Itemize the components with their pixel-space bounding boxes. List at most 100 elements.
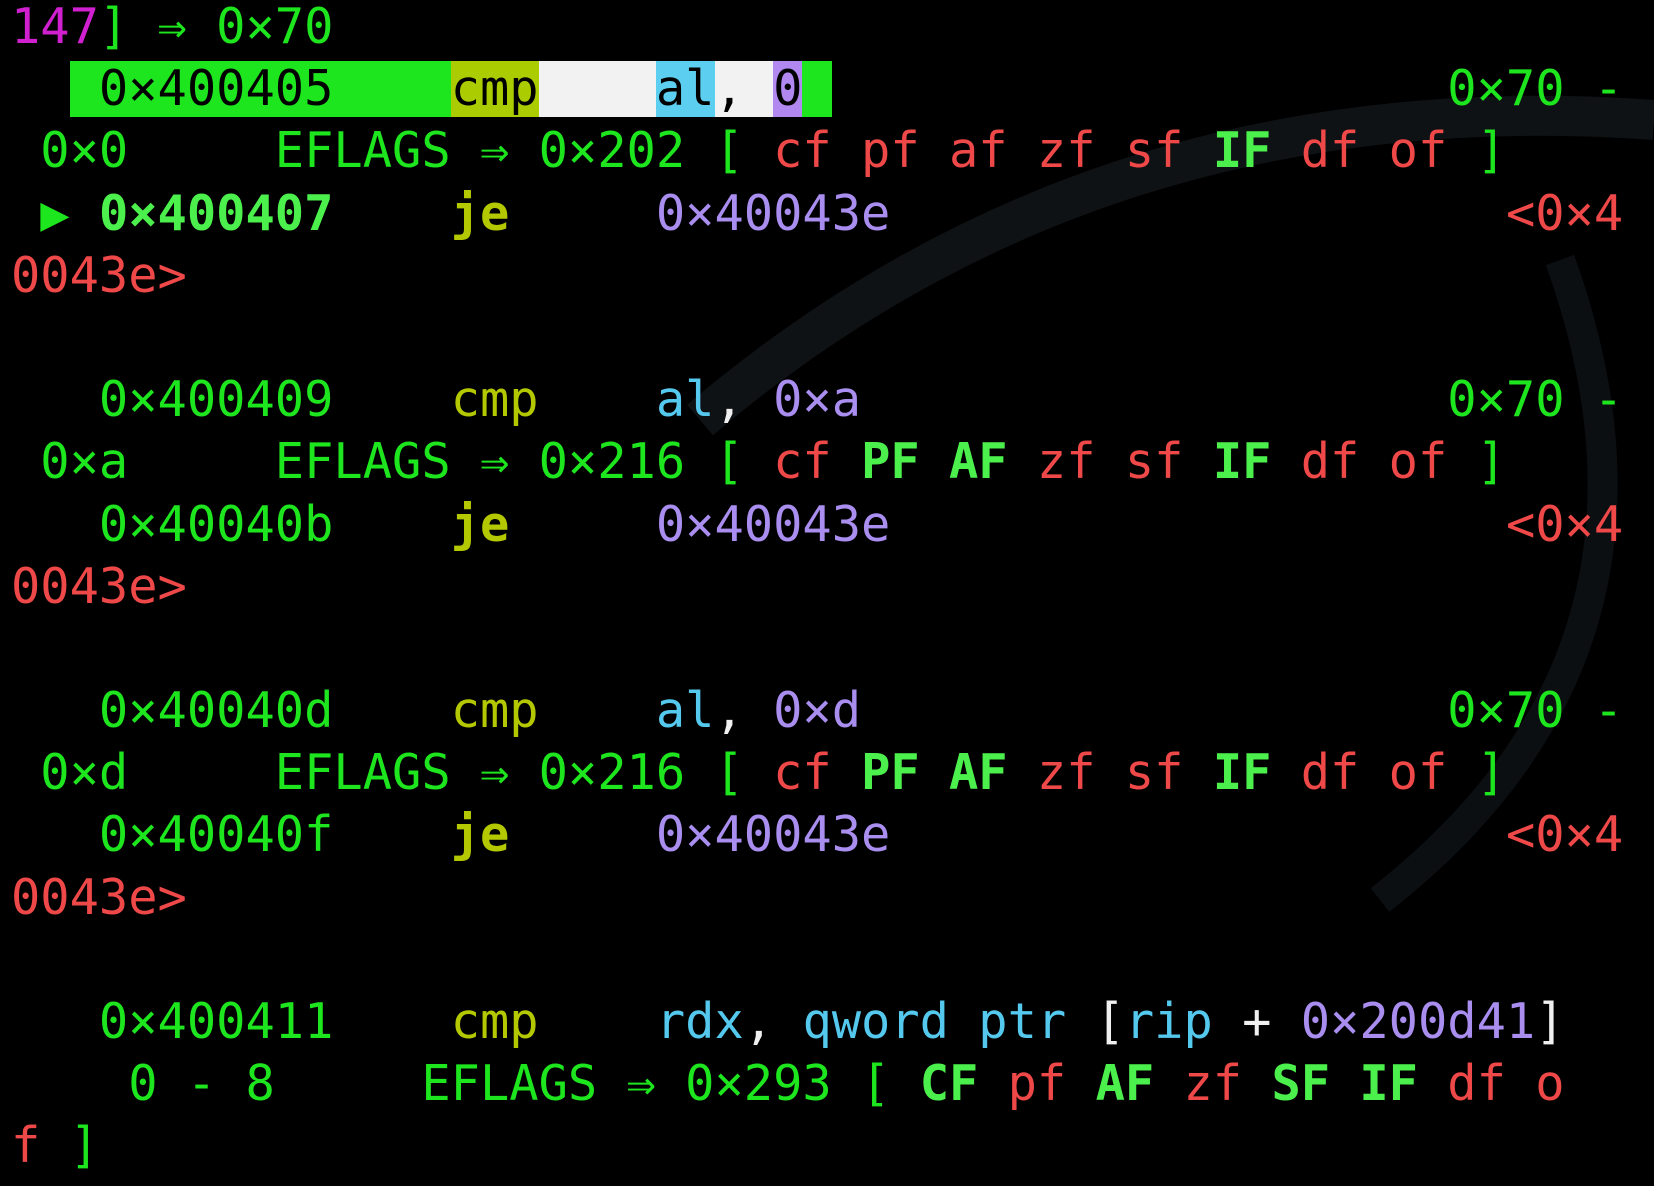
terminal-token: 0×400407 <box>98 185 334 242</box>
terminal-token: 0×70 - <box>831 61 1624 118</box>
current-instruction-token <box>802 61 832 118</box>
terminal-line: 0×40040b je 0×40043e <0×4 <box>11 494 1623 556</box>
terminal-token: PF AF <box>861 745 1008 802</box>
terminal-token: <0×4 <box>1505 185 1624 242</box>
terminal-token: CF <box>919 1056 979 1113</box>
terminal-token: ] <box>40 1118 99 1175</box>
terminal-output: 147] ⇒ 0×70 0×400405 cmp al, 0 0×70 - 0×… <box>11 0 1623 1178</box>
terminal-token: ] <box>1447 745 1506 802</box>
terminal-token: 0×400409 <box>11 372 451 429</box>
terminal-token: je <box>450 496 510 553</box>
current-instruction-token: cmp <box>450 61 539 118</box>
terminal-token: 0×40043e <box>655 807 891 864</box>
terminal-token: pf <box>978 1056 1096 1113</box>
terminal-token: 0×40040f <box>11 807 451 864</box>
current-instruction-token: 0×400405 <box>69 61 451 118</box>
terminal-line <box>11 618 1623 680</box>
current-instruction-token: , <box>714 61 774 118</box>
terminal-token: je <box>450 807 510 864</box>
terminal-token: rip <box>1124 994 1213 1050</box>
terminal-token: cmp <box>450 683 539 740</box>
terminal-token: , <box>714 683 774 740</box>
terminal-line: 0043e> <box>11 867 1623 929</box>
terminal-line: 0×40040f je 0×40043e <0×4 <box>11 804 1623 866</box>
terminal-line: 0×400411 cmp rdx, qword ptr [rip + 0×200… <box>11 991 1623 1053</box>
current-instruction-token <box>538 61 656 118</box>
terminal-token: 0×a <box>773 372 862 429</box>
terminal-line <box>11 929 1623 991</box>
terminal-token: 0×d <box>773 683 862 740</box>
terminal-token: 0×a EFLAGS ⇒ 0×216 [ <box>11 434 774 491</box>
terminal-token: PF AF <box>861 434 1008 491</box>
terminal-token: , <box>743 994 803 1050</box>
terminal-token: SF IF <box>1271 1056 1418 1113</box>
terminal-token: ] <box>1447 434 1506 491</box>
terminal-line: ▶ 0×400407 je 0×40043e <0×4 <box>11 183 1623 245</box>
terminal-token: 0×400411 <box>11 994 451 1050</box>
terminal-line: 0×400405 cmp al, 0 0×70 - <box>11 58 1623 120</box>
terminal-token: <0×4 <box>1505 807 1624 864</box>
terminal-token: zf <box>1154 1056 1272 1113</box>
terminal-token: al <box>655 683 715 740</box>
terminal-token: 0×40043e <box>655 496 891 553</box>
terminal-token: df o <box>1418 1056 1565 1113</box>
terminal-token: cmp <box>450 372 539 429</box>
terminal-token: rdx <box>655 994 744 1050</box>
terminal-token: 0×70 - <box>861 683 1624 740</box>
terminal-token: 0×d EFLAGS ⇒ 0×216 [ <box>11 745 774 802</box>
terminal-token: 0043e> <box>11 558 187 615</box>
terminal-token: ] ⇒ 0×70 <box>98 0 334 55</box>
terminal-token: IF <box>1212 123 1272 180</box>
current-instruction-token: al <box>655 61 715 118</box>
terminal-token: cmp <box>450 994 539 1050</box>
terminal-token: 0×40043e <box>655 185 891 242</box>
terminal-line: 0 - 8 EFLAGS ⇒ 0×293 [ CF pf AF zf SF IF… <box>11 1053 1623 1115</box>
terminal-token: cf <box>773 745 862 802</box>
terminal-token: IF <box>1212 434 1272 491</box>
terminal-token: , <box>714 372 774 429</box>
terminal-line: 0×400409 cmp al, 0×a 0×70 - <box>11 369 1623 431</box>
terminal-token: ▶ <box>11 185 99 242</box>
terminal-token: 0×70 - <box>861 372 1624 429</box>
terminal-line: 0×0 EFLAGS ⇒ 0×202 [ cf pf af zf sf IF d… <box>11 120 1623 182</box>
terminal-token: je <box>450 185 510 242</box>
terminal-token: cf <box>773 434 862 491</box>
terminal-token: cf pf af zf sf <box>773 123 1213 180</box>
terminal-token: + <box>1212 994 1301 1050</box>
terminal-token: zf sf <box>1007 434 1213 491</box>
terminal-token: qword ptr <box>802 994 1096 1050</box>
terminal-line: f ] <box>11 1115 1623 1177</box>
terminal-token: IF <box>1212 745 1272 802</box>
terminal-line: 0×40040d cmp al, 0×d 0×70 - <box>11 680 1623 742</box>
terminal-token: 0 - 8 EFLAGS ⇒ 0×293 [ <box>11 1056 920 1113</box>
terminal-token: f <box>11 1118 41 1175</box>
terminal-line <box>11 307 1623 369</box>
terminal-token: 0043e> <box>11 247 187 304</box>
terminal-line: 0043e> <box>11 556 1623 618</box>
terminal-token: 0×40040b <box>11 496 451 553</box>
terminal-token: zf sf <box>1007 745 1213 802</box>
terminal-token: ] <box>1535 994 1565 1050</box>
terminal-line: 0043e> <box>11 245 1623 307</box>
terminal-token: [ <box>1095 994 1125 1050</box>
terminal-token: df of <box>1271 123 1448 180</box>
terminal-token: al <box>655 372 715 429</box>
terminal-token: 0×0 EFLAGS ⇒ 0×202 [ <box>11 123 774 180</box>
terminal-line: 0×d EFLAGS ⇒ 0×216 [ cf PF AF zf sf IF d… <box>11 742 1623 804</box>
terminal-token: AF <box>1095 1056 1155 1113</box>
terminal-token: ] <box>1447 123 1506 180</box>
terminal-line: 0×a EFLAGS ⇒ 0×216 [ cf PF AF zf sf IF d… <box>11 431 1623 493</box>
